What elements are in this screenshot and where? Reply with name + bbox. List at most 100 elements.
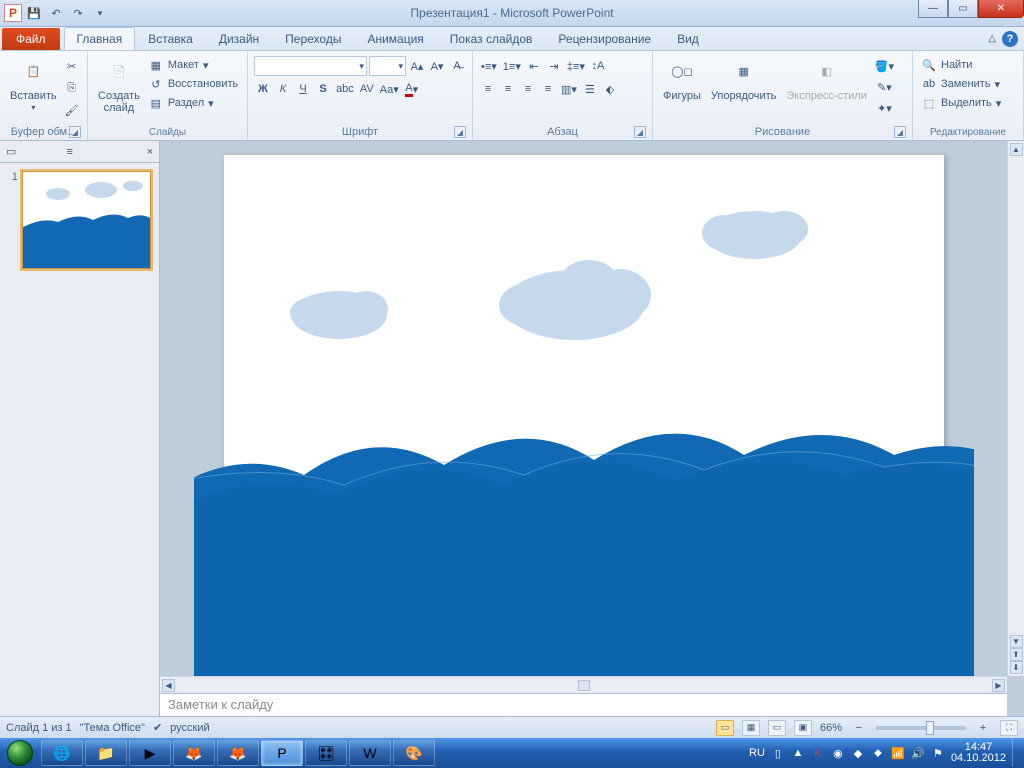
shadow-button[interactable]: abc: [334, 79, 356, 99]
tab-view[interactable]: Вид: [664, 27, 712, 50]
taskbar-ie[interactable]: 🌐: [41, 740, 83, 766]
shapes-button[interactable]: ◯◻Фигуры: [659, 54, 705, 104]
tray-flag-icon[interactable]: ▯: [771, 746, 785, 760]
tab-file[interactable]: Файл: [2, 28, 60, 50]
tab-design[interactable]: Дизайн: [206, 27, 272, 50]
tray-volume-icon[interactable]: 🔊: [911, 746, 925, 760]
paste-button[interactable]: 📋 Вставить ▾: [6, 54, 61, 115]
find-button[interactable]: 🔍Найти: [919, 56, 1017, 74]
app-icon[interactable]: P: [4, 4, 22, 22]
slide[interactable]: [224, 155, 944, 653]
taskbar-paint[interactable]: 🎨: [393, 740, 435, 766]
tab-slideshow[interactable]: Показ слайдов: [437, 27, 546, 50]
taskbar-app-1[interactable]: 🎛: [305, 740, 347, 766]
bullets-button[interactable]: •≡▾: [479, 56, 499, 76]
minimize-button[interactable]: —: [918, 0, 948, 18]
minimize-ribbon-icon[interactable]: △: [988, 33, 996, 44]
tray-network-icon[interactable]: 📶: [891, 746, 905, 760]
smartart-button[interactable]: ⬖: [601, 79, 619, 99]
format-painter-button[interactable]: 🖌: [63, 100, 81, 120]
grow-font-button[interactable]: A▴: [408, 56, 426, 76]
canvas[interactable]: [160, 141, 1007, 676]
sorter-view-button[interactable]: ▦: [742, 720, 760, 736]
tray-action-icon[interactable]: ⚑: [931, 746, 945, 760]
align-right-button[interactable]: ≡: [519, 79, 537, 99]
section-button[interactable]: ▤Раздел ▾: [146, 94, 240, 112]
case-button[interactable]: Aa▾: [378, 79, 401, 99]
slide-thumbnail-1[interactable]: [22, 171, 151, 269]
shape-effects-button[interactable]: ✦▾: [873, 98, 896, 118]
save-button[interactable]: 💾: [24, 3, 44, 23]
justify-button[interactable]: ≡: [539, 79, 557, 99]
select-button[interactable]: ⬚Выделить ▾: [919, 94, 1017, 112]
underline-button[interactable]: Ч: [294, 79, 312, 99]
shrink-font-button[interactable]: A▾: [428, 56, 446, 76]
font-dialog-icon[interactable]: ◢: [454, 126, 466, 138]
show-desktop-button[interactable]: [1012, 739, 1020, 767]
drawing-dialog-icon[interactable]: ◢: [894, 126, 906, 138]
tab-transitions[interactable]: Переходы: [272, 27, 354, 50]
tray-shield-icon[interactable]: ⬥: [871, 746, 885, 760]
normal-view-button[interactable]: ▭: [716, 720, 734, 736]
shape-outline-button[interactable]: ✎▾: [873, 77, 896, 97]
start-button[interactable]: [0, 738, 40, 768]
fit-window-button[interactable]: ⛶: [1000, 720, 1018, 736]
slideshow-view-button[interactable]: ▣: [794, 720, 812, 736]
taskbar-firefox-1[interactable]: 🦊: [173, 740, 215, 766]
next-slide-icon[interactable]: ⬇: [1010, 661, 1023, 674]
undo-button[interactable]: ↶: [46, 3, 66, 23]
redo-button[interactable]: ↷: [68, 3, 88, 23]
line-spacing-button[interactable]: ‡≡▾: [565, 56, 587, 76]
scroll-down-icon[interactable]: ▼: [1010, 635, 1023, 648]
horizontal-scrollbar[interactable]: ◀ ▶: [160, 676, 1007, 693]
replace-button[interactable]: abЗаменить ▾: [919, 75, 1017, 93]
scroll-right-icon[interactable]: ▶: [992, 679, 1005, 692]
align-center-button[interactable]: ≡: [499, 79, 517, 99]
text-direction-button[interactable]: ↕A: [589, 56, 607, 76]
reading-view-button[interactable]: ▭: [768, 720, 786, 736]
tray-up-icon[interactable]: ▲: [791, 746, 805, 760]
zoom-percent[interactable]: 66%: [820, 722, 842, 734]
status-language[interactable]: русский: [170, 722, 209, 734]
cut-button[interactable]: ✂: [63, 56, 81, 76]
italic-button[interactable]: К: [274, 79, 292, 99]
numbering-button[interactable]: 1≡▾: [501, 56, 523, 76]
tray-kaspersky-icon[interactable]: K: [811, 746, 825, 760]
new-slide-button[interactable]: 📄 Создать слайд: [94, 54, 144, 116]
tray-app-icon[interactable]: ◆: [851, 746, 865, 760]
font-size-select[interactable]: [369, 56, 406, 76]
clear-format-button[interactable]: A̶: [448, 56, 466, 76]
arrange-button[interactable]: ▦Упорядочить: [707, 54, 780, 104]
tab-animations[interactable]: Анимация: [354, 27, 436, 50]
taskbar-firefox-2[interactable]: 🦊: [217, 740, 259, 766]
shape-fill-button[interactable]: 🪣▾: [873, 56, 896, 76]
clipboard-dialog-icon[interactable]: ◢: [69, 126, 81, 138]
qat-more-icon[interactable]: ▾: [90, 3, 110, 23]
tab-home[interactable]: Главная: [64, 27, 136, 50]
close-button[interactable]: ✕: [978, 0, 1024, 18]
inc-indent-button[interactable]: ⇥: [545, 56, 563, 76]
thumbnails-tab-icon[interactable]: ▭: [6, 145, 16, 158]
zoom-in-button[interactable]: +: [974, 718, 992, 738]
taskbar-word[interactable]: W: [349, 740, 391, 766]
maximize-button[interactable]: ▭: [948, 0, 978, 18]
tray-lang[interactable]: RU: [749, 747, 765, 759]
tab-review[interactable]: Рецензирование: [545, 27, 664, 50]
notes-pane[interactable]: Заметки к слайду: [160, 693, 1007, 716]
taskbar-explorer[interactable]: 📁: [85, 740, 127, 766]
columns-button[interactable]: ▥▾: [559, 79, 579, 99]
vertical-scrollbar[interactable]: ▲ ▼ ⬆ ⬇: [1007, 141, 1024, 676]
strike-button[interactable]: S: [314, 79, 332, 99]
spacing-button[interactable]: AV: [358, 79, 376, 99]
align-left-button[interactable]: ≡: [479, 79, 497, 99]
help-icon[interactable]: ?: [1002, 31, 1018, 47]
outline-tab-icon[interactable]: ≡: [66, 146, 72, 158]
scroll-left-icon[interactable]: ◀: [162, 679, 175, 692]
layout-button[interactable]: ▦Макет ▾: [146, 56, 240, 74]
font-color-button[interactable]: A▾: [403, 79, 421, 99]
bold-button[interactable]: Ж: [254, 79, 272, 99]
zoom-out-button[interactable]: −: [850, 718, 868, 738]
taskbar-powerpoint[interactable]: P: [261, 740, 303, 766]
paragraph-dialog-icon[interactable]: ◢: [634, 126, 646, 138]
font-family-select[interactable]: [254, 56, 367, 76]
